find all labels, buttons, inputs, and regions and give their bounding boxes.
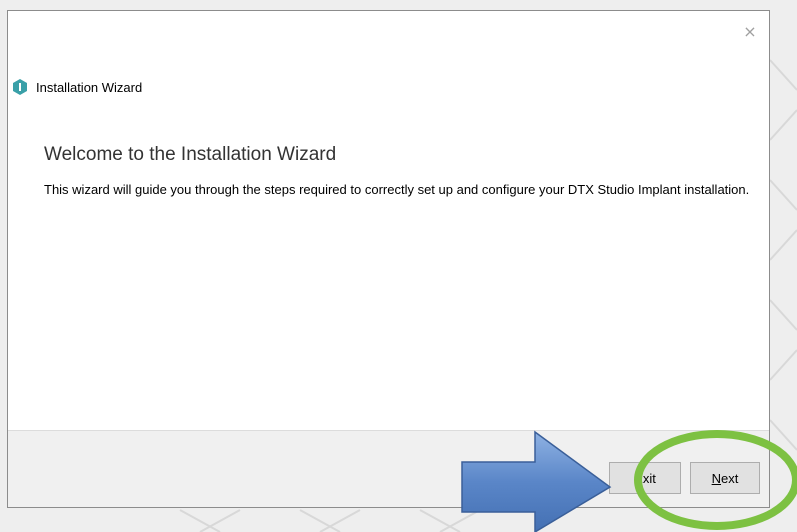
next-button-mnemonic: N	[711, 470, 722, 486]
page-description: This wizard will guide you through the s…	[44, 182, 750, 197]
app-logo-icon	[13, 79, 27, 95]
next-button[interactable]: Next	[690, 462, 760, 494]
title-bar: Installation Wizard	[13, 77, 142, 97]
next-button-label: ext	[721, 470, 739, 486]
close-icon[interactable]: ×	[741, 23, 759, 41]
installer-window: × Installation Wizard Welcome to the Ins…	[7, 10, 770, 508]
button-bar: Exit Next	[8, 430, 769, 507]
page-heading: Welcome to the Installation Wizard	[44, 144, 337, 165]
exit-button[interactable]: Exit	[609, 462, 681, 494]
exit-button-label: Exit	[634, 470, 656, 486]
window-title: Installation Wizard	[36, 79, 143, 95]
